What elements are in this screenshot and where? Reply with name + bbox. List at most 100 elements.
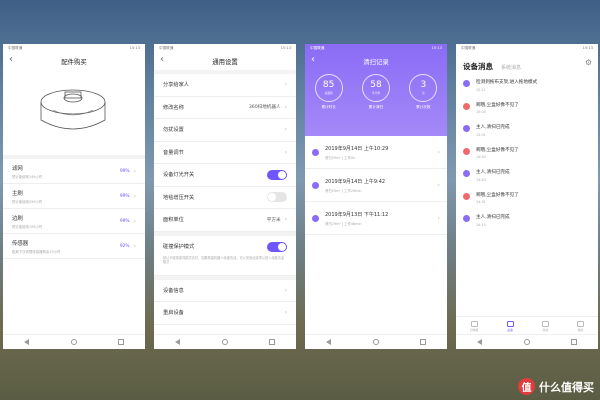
- back-icon[interactable]: ‹: [160, 55, 164, 65]
- message-text: 啊哦,尘盒好像不见了: [476, 147, 519, 153]
- setting-unit[interactable]: 面积单位 平方米 ›: [154, 209, 296, 232]
- nav-home-button[interactable]: [522, 338, 531, 347]
- setting-label: 重启设备: [163, 310, 184, 317]
- phone-cleaning-records: 中国联通 15:13 ‹ 清扫记录 85 总面积 累计时长 58 平方米 累计清扫 3次累…: [305, 44, 447, 349]
- nav-home-button[interactable]: [220, 338, 229, 347]
- record-date: 2019年9月13日 下午11:12: [325, 211, 389, 218]
- message-text: 啊哦,尘盒好像不见了: [476, 192, 519, 198]
- chevron-right-icon: ›: [133, 217, 136, 225]
- chevron-right-icon: ›: [437, 214, 440, 222]
- phone-device-messages: 中国联通 15:13 设备消息 系统消息 ⚙ 检测到拖布支架,进入拖地模式 15:1…: [456, 44, 598, 349]
- nav-home-button[interactable]: [69, 338, 78, 347]
- tab-shop[interactable]: 商城: [541, 320, 549, 332]
- tab-device-messages[interactable]: 设备消息: [463, 61, 493, 72]
- messages-header: 设备消息 系统消息 ⚙: [456, 52, 598, 72]
- nav-home-button[interactable]: [371, 338, 380, 347]
- setting-description: 默认不碰撞家具模式清扫，如果希望机器人深度清洁，可以关闭此选项以进入深度清洁模式: [163, 255, 285, 265]
- tab-vacuum[interactable]: 扫地机: [470, 320, 478, 332]
- setting-rename[interactable]: 修改名称 360扫地机器人 ›: [154, 97, 296, 119]
- message-time: 14:15: [476, 222, 486, 227]
- android-nav-bar: [154, 334, 296, 349]
- back-icon[interactable]: ‹: [9, 55, 13, 65]
- stat-item: 3 次累计次数: [409, 74, 438, 110]
- tab-device[interactable]: 设备: [506, 320, 514, 332]
- nav-back-button[interactable]: [324, 338, 333, 347]
- setting-value: 平方米: [266, 217, 281, 223]
- record-item[interactable]: 2019年9月14日 上午10:29 清扫29m² | 工作0h ›: [305, 136, 447, 169]
- gear-icon[interactable]: ⚙: [585, 58, 592, 67]
- android-nav-bar: [305, 334, 447, 349]
- setting-device-info[interactable]: 设备信息 ›: [154, 280, 296, 302]
- stat-number: 3: [420, 80, 427, 90]
- tab-mine[interactable]: 我的: [576, 320, 584, 332]
- page-title: 通用设置: [212, 57, 238, 66]
- back-icon[interactable]: ‹: [311, 55, 315, 65]
- nav-recents-button[interactable]: [419, 338, 428, 347]
- setting-volume[interactable]: 音量调节 ›: [154, 142, 296, 164]
- part-row[interactable]: 主刷 预计能使用299小时 99% ›: [3, 184, 145, 209]
- collision-toggle[interactable]: [267, 241, 287, 252]
- record-item[interactable]: 2019年9月14日 上午9:42 清扫29m² | 工作29min ›: [305, 169, 447, 202]
- stat-item: 85 总面积 累计时长: [314, 74, 343, 110]
- part-percent: 92%: [119, 243, 130, 249]
- message-time: 15:01: [476, 132, 486, 137]
- robot-illustration: [3, 70, 145, 159]
- stat-unit: 总面积: [324, 91, 333, 95]
- watermark: 值 什么值得买: [518, 378, 594, 395]
- carrier-label: 中国联通: [8, 45, 23, 50]
- stat-label: 累计次数: [416, 105, 431, 109]
- tab-system-messages[interactable]: 系统消息: [501, 64, 521, 71]
- nav-recents-button[interactable]: [570, 338, 579, 347]
- nav-recents-button[interactable]: [117, 338, 126, 347]
- message-text: 主人,清扫已完成: [476, 125, 510, 130]
- record-sub: 清扫29m² | 工作46min: [325, 221, 362, 226]
- part-row[interactable]: 边刷 预计能使用199小时 99% ›: [3, 209, 145, 234]
- page-title: 清扫记录: [363, 57, 389, 66]
- android-nav-bar: [3, 334, 145, 349]
- bottom-tab-bar: 扫地机 设备 商城 我的: [456, 316, 598, 335]
- robot-icon: [470, 320, 478, 327]
- nav-recents-button[interactable]: [268, 338, 277, 347]
- part-sub: 预计能使用299小时: [12, 199, 43, 204]
- message-item[interactable]: 主人,清扫已完成 14:43: [456, 166, 598, 189]
- record-item[interactable]: 2019年9月13日 下午11:12 清扫29m² | 工作46min ›: [305, 202, 447, 235]
- message-item[interactable]: 啊哦,尘盒好像不见了 14:54: [456, 144, 598, 167]
- nav-back-button[interactable]: [475, 338, 484, 347]
- part-name: 滤网: [12, 165, 23, 172]
- part-name: 传感器: [12, 240, 29, 247]
- message-icon: [463, 147, 470, 155]
- clock: 15:13: [280, 46, 291, 50]
- device-icon: [506, 320, 514, 327]
- message-item[interactable]: 检测到拖布支架,进入拖地模式 15:11: [456, 76, 598, 99]
- setting-restart[interactable]: 重启设备 ›: [154, 302, 296, 325]
- carpet-boost-toggle[interactable]: [267, 192, 287, 203]
- records-header: 中国联通 15:13 ‹ 清扫记录 85 总面积 累计时长 58 平方米 累计清扫 3次累…: [305, 44, 447, 136]
- setting-label: 面积单位: [163, 217, 184, 224]
- stat-label: 累计时长: [321, 105, 336, 109]
- part-sub: 预计能使用149小时: [12, 174, 43, 179]
- header: ‹ 配件购买: [3, 52, 145, 70]
- watermark-text: 什么值得买: [539, 380, 594, 394]
- light-toggle[interactable]: [267, 169, 287, 180]
- status-bar: 中国联通 15:13: [154, 44, 296, 52]
- record-sub: 清扫29m² | 工作0h: [325, 155, 356, 160]
- part-row[interactable]: 滤网 预计能使用149小时 99% ›: [3, 159, 145, 184]
- part-percent: 99%: [119, 193, 130, 199]
- message-item[interactable]: 主人,清扫已完成 14:15: [456, 211, 598, 234]
- header: ‹ 清扫记录: [305, 52, 447, 70]
- nav-back-button[interactable]: [173, 338, 182, 347]
- part-row[interactable]: 传感器 距离下次清理传感器剩余19小时 92% ›: [3, 234, 145, 259]
- part-sub: 预计能使用199小时: [12, 224, 43, 229]
- setting-label: 音量调节: [163, 149, 184, 156]
- message-item[interactable]: 啊哦,尘盒好像不见了 15:04: [456, 99, 598, 122]
- setting-dnd[interactable]: 勿扰设置 ›: [154, 119, 296, 142]
- user-icon: [576, 320, 584, 327]
- nav-back-button[interactable]: [22, 338, 31, 347]
- message-item[interactable]: 啊哦,尘盒好像不见了 14:31: [456, 189, 598, 212]
- message-item[interactable]: 主人,清扫已完成 15:01: [456, 121, 598, 144]
- setting-share-family[interactable]: 分享给家人 ›: [154, 74, 296, 97]
- part-name: 边刷: [12, 215, 23, 222]
- part-sub: 距离下次清理传感器剩余19小时: [12, 249, 61, 254]
- setting-label: 修改名称: [163, 104, 184, 111]
- stats-row: 85 总面积 累计时长 58 平方米 累计清扫 3 次累计次数: [305, 74, 447, 110]
